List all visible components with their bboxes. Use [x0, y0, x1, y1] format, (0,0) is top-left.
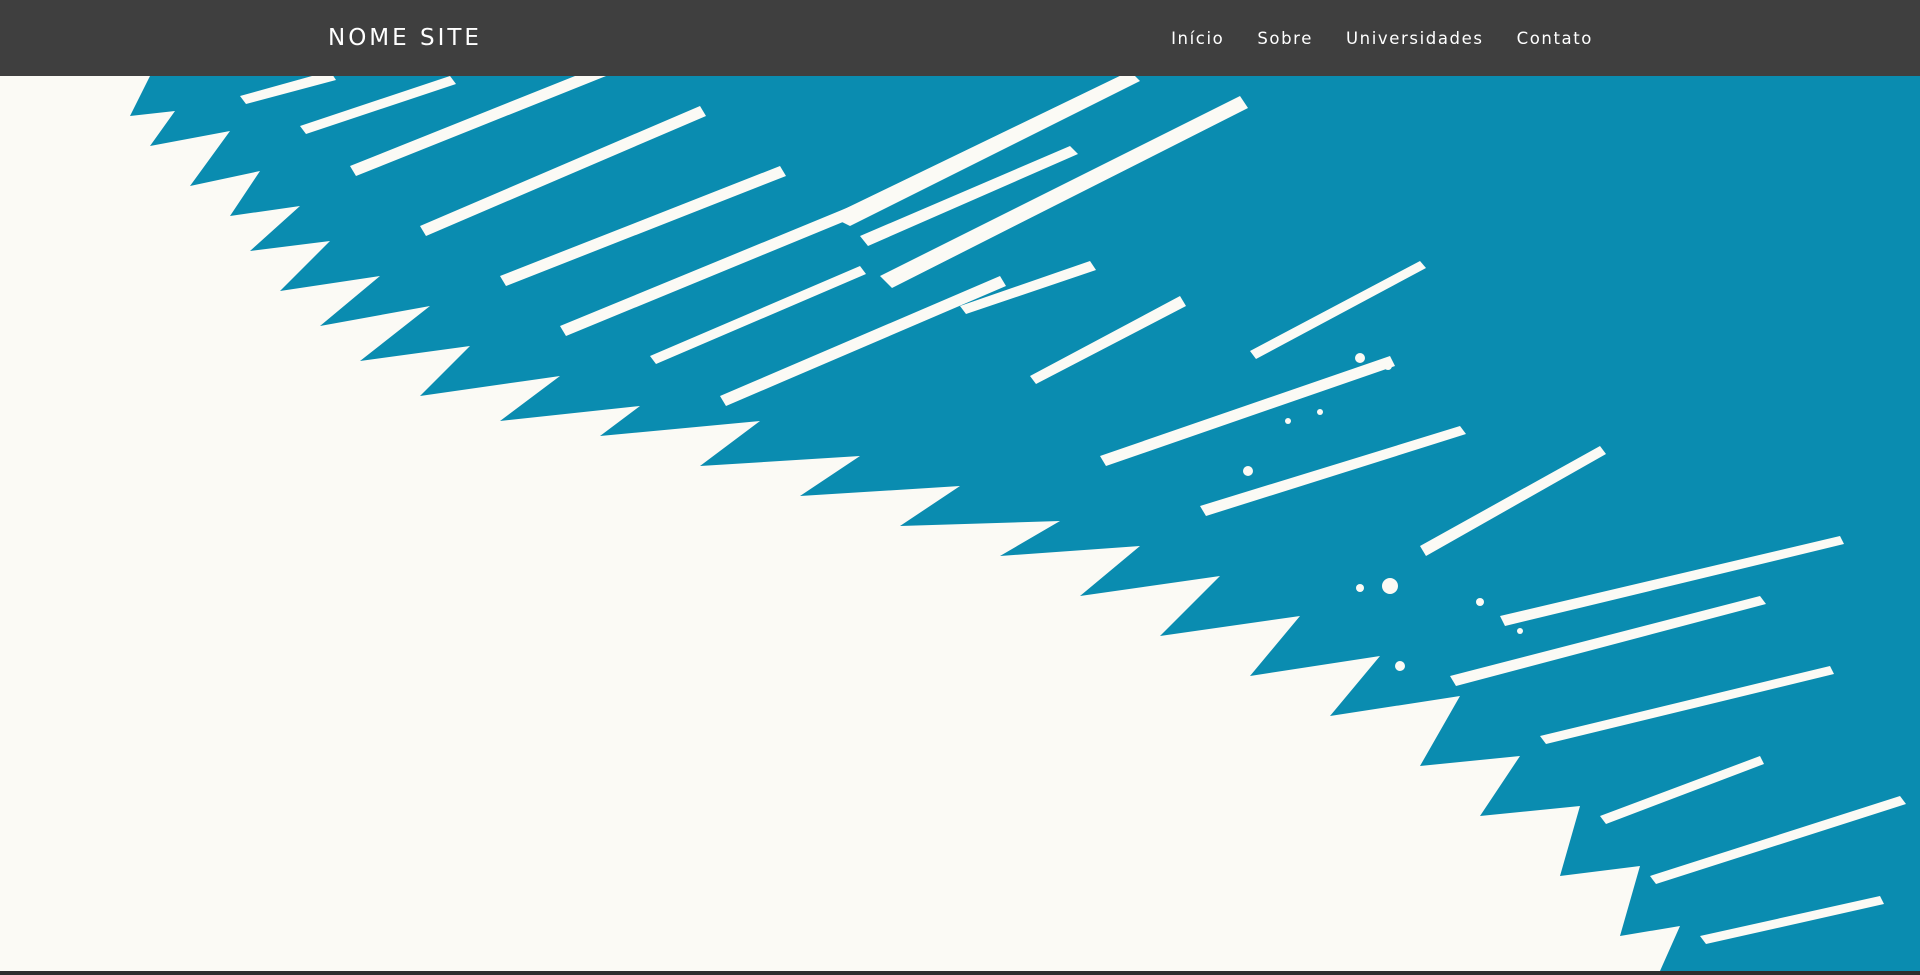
nav-link-contato[interactable]: Contato [1517, 29, 1593, 48]
nav-link-inicio[interactable]: Início [1171, 29, 1224, 48]
nav-menu: Início Sobre Universidades Contato [1171, 0, 1593, 76]
nav-item-sobre: Sobre [1257, 29, 1313, 48]
nav-link-universidades[interactable]: Universidades [1346, 29, 1484, 48]
nav-item-contato: Contato [1517, 29, 1593, 48]
bottom-edge-line [0, 971, 1920, 975]
nav-item-inicio: Início [1171, 29, 1224, 48]
hero-banner [0, 76, 1920, 971]
site-brand-link[interactable]: NOME SITE [328, 0, 482, 76]
hero-brush-stroke-image [0, 76, 1920, 971]
nav-link-sobre[interactable]: Sobre [1257, 29, 1313, 48]
nav-item-universidades: Universidades [1346, 29, 1484, 48]
top-navbar: NOME SITE Início Sobre Universidades Con… [0, 0, 1920, 76]
